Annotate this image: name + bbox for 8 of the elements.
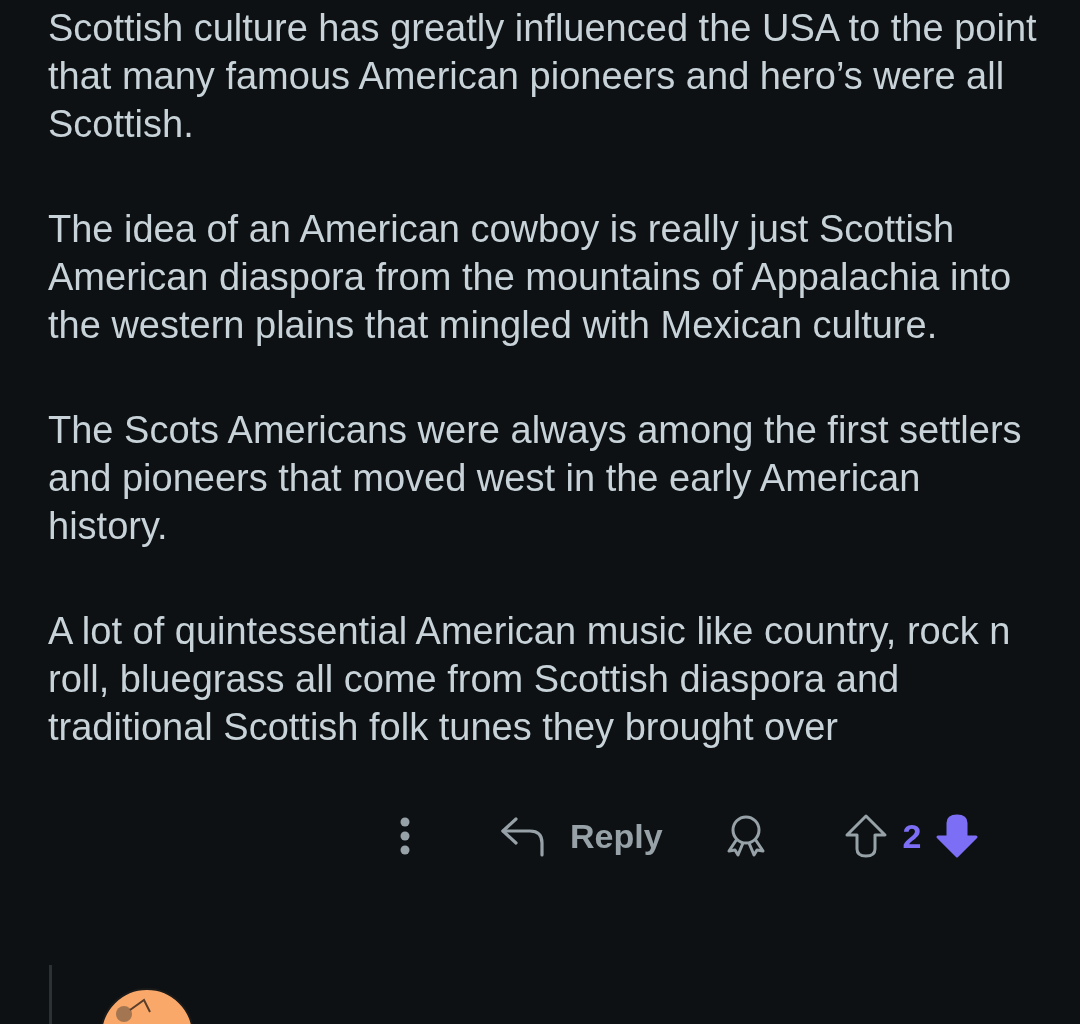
comment-paragraph: The Scots Americans were always among the first settlers and pioneers that moved west in the early American history. [48,408,1023,549]
comment-paragraph: The idea of an American cowboy is really just Scottish American diaspora from the mountains of Appalachia into the western plains that mingled with Mexican culture. [48,207,1013,348]
comment-paragraph: A lot of quintessential American music like country, rock n roll, bluegrass all come from Scottish diaspora and traditional Scottish folk tunes they brought over [48,609,1012,750]
thread-line [49,965,52,1024]
vote-score: 2 [902,815,922,857]
comment-paragraph: Scottish culture has greatly influenced the USA to the point that many famous American pioneers and hero’s were all Scottish. [48,6,1038,147]
reply-arrow-icon [500,815,546,857]
reply-button[interactable]: Reply [500,810,663,862]
